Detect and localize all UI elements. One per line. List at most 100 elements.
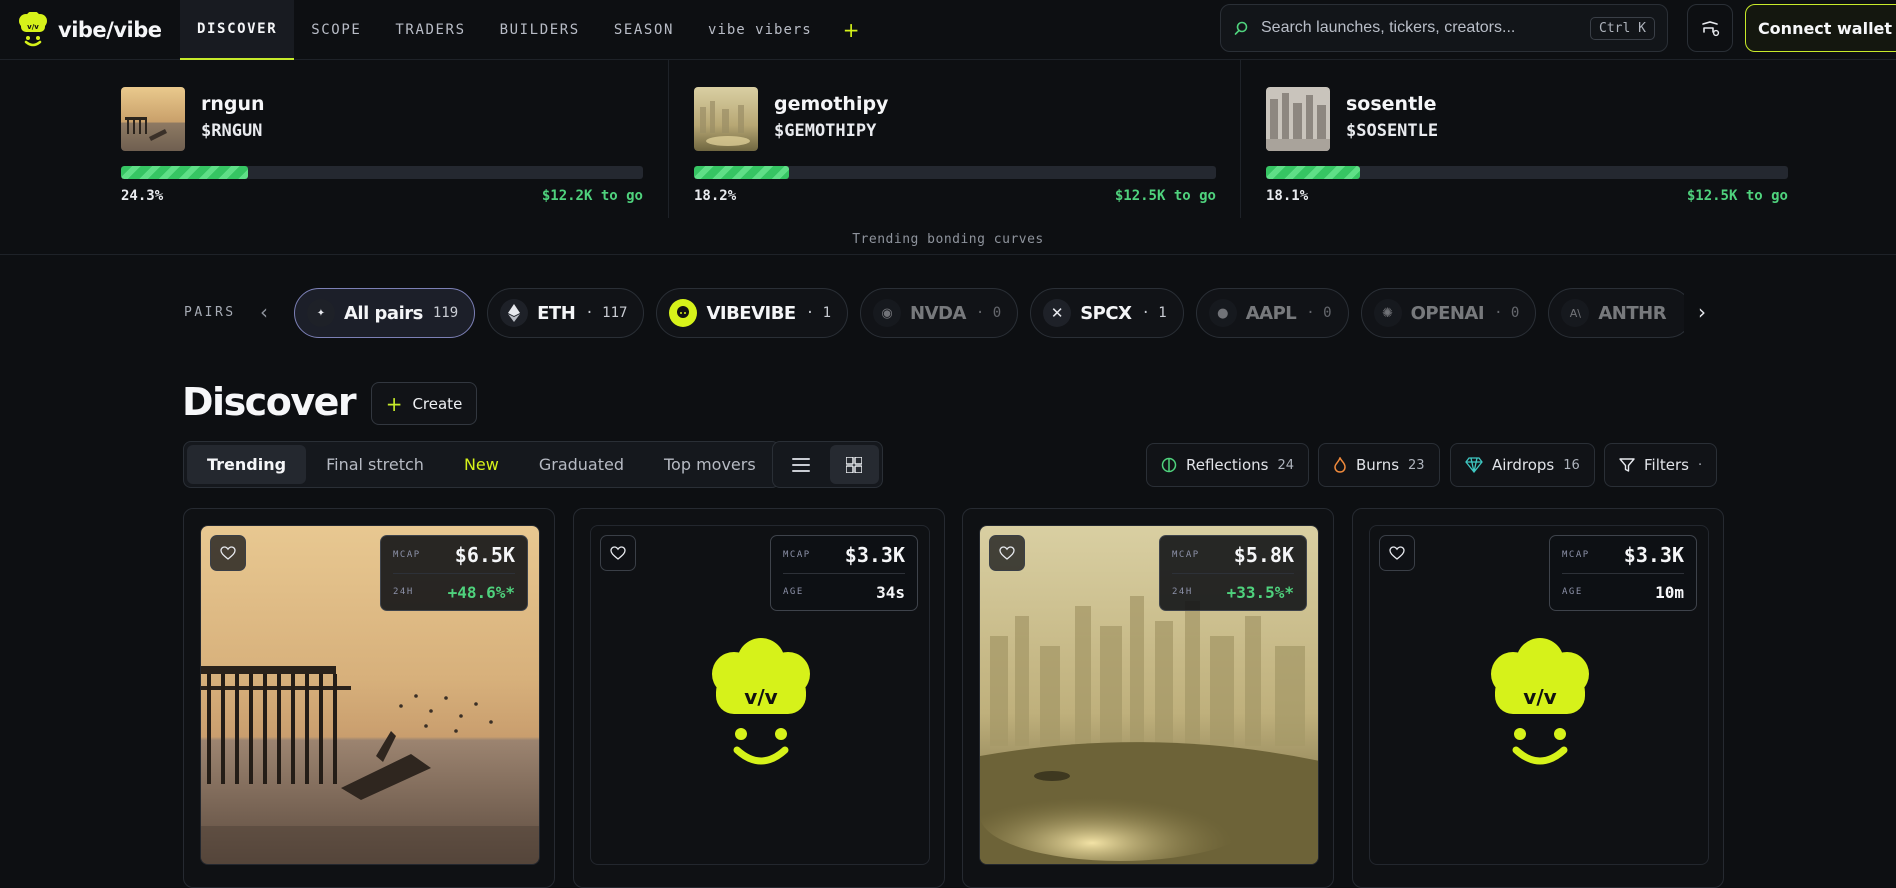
bonding-progress-bar [694, 166, 1216, 179]
favorite-button[interactable] [989, 535, 1025, 571]
tab-season[interactable]: SEASON [597, 0, 691, 60]
diamond-icon [1465, 457, 1483, 473]
pair-name: NVDA [910, 302, 966, 324]
top-nav: v/v vibe/vibe DISCOVER SCOPE TRADERS BUI… [0, 0, 1896, 60]
grid-view-button[interactable] [829, 445, 879, 484]
tab-top-movers[interactable]: Top movers [644, 445, 776, 484]
tab-new[interactable]: New [444, 445, 519, 484]
pair-eth[interactable]: ETH · 117 [487, 288, 645, 338]
favorite-button[interactable] [1379, 535, 1415, 571]
reflection-icon [1161, 457, 1177, 473]
list-view-button[interactable] [776, 445, 826, 484]
heart-icon [610, 546, 626, 560]
pair-name: AAPL [1245, 302, 1297, 324]
mcap-value: $3.3K [844, 542, 905, 567]
tab-trending[interactable]: Trending [187, 445, 307, 484]
token-stats: MCAP $5.8K 24H +33.5%* [1159, 535, 1307, 611]
pair-all[interactable]: ✦ All pairs 119 [294, 288, 476, 338]
nvidia-icon: ◉ [873, 299, 902, 327]
pair-nvda[interactable]: ◉ NVDA · 0 [860, 288, 1019, 338]
filters-button[interactable]: Filters · [1604, 443, 1718, 487]
trending-card-sosentle[interactable]: sosentle $SOSENTLE 18.1% $12.5K to go [1145, 60, 1788, 220]
search-input[interactable] [1261, 19, 1591, 37]
change-value: +33.5%* [1226, 582, 1294, 602]
favorite-button[interactable] [600, 535, 636, 571]
trending-bonding-curves: rngun $RNGUN 24.3% $12.2K to go gemothip… [0, 60, 1896, 255]
pair-vibevibe[interactable]: VIBEVIBE · 1 [656, 288, 849, 338]
favorite-button[interactable] [210, 535, 246, 571]
pair-count: · 1 [1141, 305, 1167, 321]
token-ticker: $SOSENTLE [1346, 121, 1439, 141]
svg-text:v/v: v/v [744, 685, 777, 709]
age-value: 10m [1655, 582, 1684, 602]
progress-percent: 24.3% [121, 188, 164, 204]
nav-add-button[interactable]: + [829, 0, 874, 60]
pair-count: · 117 [585, 305, 628, 321]
tab-traders[interactable]: TRADERS [378, 0, 482, 60]
x-icon: ✕ [1043, 299, 1072, 327]
token-stats: MCAP $3.3K AGE 10m [1549, 535, 1697, 611]
mcap-label: MCAP [1172, 549, 1200, 560]
bonding-progress-fill [1266, 166, 1361, 179]
tab-final-stretch[interactable]: Final stretch [306, 445, 444, 484]
bonding-progress-fill [694, 166, 789, 179]
pair-spcx[interactable]: ✕ SPCX · 1 [1030, 288, 1184, 338]
nav-tabs: DISCOVER SCOPE TRADERS BUILDERS SEASON v… [180, 0, 874, 60]
tab-discover[interactable]: DISCOVER [180, 0, 295, 60]
burns-filter[interactable]: Burns 23 [1318, 443, 1440, 487]
pair-count: · 0 [1494, 305, 1520, 321]
create-label: Create [412, 394, 463, 413]
token-thumbnail [121, 87, 185, 151]
pair-name: SPCX [1080, 302, 1132, 324]
reflections-filter[interactable]: Reflections 24 [1146, 443, 1309, 487]
flame-icon [1334, 457, 1346, 473]
bonding-progress-bar [121, 166, 643, 179]
tab-graduated[interactable]: Graduated [519, 445, 644, 484]
token-card[interactable]: MCAP $6.5K 24H +48.6%* [183, 508, 555, 888]
change-label: 24H [1172, 587, 1193, 597]
change-value: +48.6%* [447, 582, 515, 602]
pair-count: · 1 [805, 305, 832, 321]
mcap-value: $5.8K [1233, 542, 1294, 567]
airdrops-filter[interactable]: Airdrops 16 [1450, 443, 1595, 487]
discover-tabs: Trending Final stretch New Graduated Top… [183, 441, 780, 488]
token-card[interactable]: v/v MCAP $3.3K AGE 34s [573, 508, 945, 888]
pairs-scroller: ✦ All pairs 119 ETH · 117 VIBEVIBE · 1 ◉ [294, 288, 1684, 340]
token-card[interactable]: MCAP $5.8K 24H +33.5%* [962, 508, 1334, 888]
create-button[interactable]: + Create [371, 382, 477, 425]
vibevibe-icon [669, 299, 698, 327]
pair-openai[interactable]: ✺ OPENAI · 0 [1360, 288, 1537, 338]
token-ticker: $GEMOTHIPY [774, 121, 877, 141]
token-card[interactable]: v/v MCAP $3.3K AGE 10m [1352, 508, 1724, 888]
pair-aapl[interactable]: ● AAPL · 0 [1195, 288, 1349, 338]
age-value: 34s [876, 582, 905, 602]
search-box: Ctrl K [1220, 4, 1668, 52]
chevron-right-icon[interactable]: › [1698, 300, 1706, 324]
chip-count: 16 [1563, 457, 1580, 473]
heart-icon [999, 546, 1015, 560]
gas-button[interactable] [1687, 4, 1733, 52]
connect-wallet-button[interactable]: Connect wallet [1745, 4, 1896, 52]
tab-builders[interactable]: BUILDERS [483, 0, 597, 60]
list-icon [791, 457, 810, 472]
openai-icon: ✺ [1373, 299, 1402, 327]
tab-scope[interactable]: SCOPE [294, 0, 378, 60]
chevron-left-icon[interactable]: ‹ [260, 300, 268, 324]
heart-icon [220, 546, 236, 560]
token-thumbnail [1266, 87, 1330, 151]
token-name: gemothipy [774, 93, 889, 115]
ethereum-icon [500, 299, 529, 327]
all-pairs-icon: ✦ [307, 299, 335, 327]
pair-anthropic[interactable]: A\ ANTHR [1548, 288, 1684, 338]
progress-percent: 18.2% [694, 188, 737, 204]
trending-card-gemothipy[interactable]: gemothipy $GEMOTHIPY 18.2% $12.5K to go [573, 60, 1216, 220]
tab-vibe-vibers[interactable]: vibe vibers [691, 0, 829, 60]
change-label: 24H [393, 587, 414, 597]
brand-logo[interactable]: v/v vibe/vibe [0, 11, 180, 48]
pair-name: ETH [537, 302, 576, 324]
page-title: Discover [182, 380, 357, 424]
trending-card-rngun[interactable]: rngun $RNGUN 24.3% $12.2K to go [0, 60, 643, 220]
chip-count: 23 [1408, 457, 1425, 473]
token-name: rngun [201, 93, 265, 115]
svg-text:v/v: v/v [27, 23, 39, 31]
